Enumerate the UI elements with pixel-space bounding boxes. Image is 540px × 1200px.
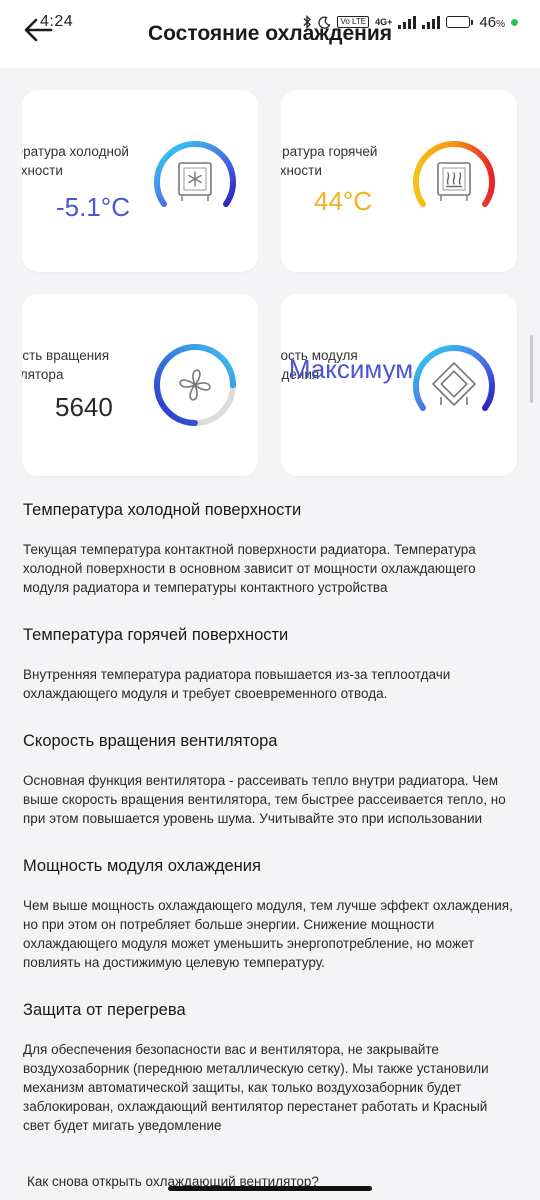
fan-icon (179, 369, 211, 401)
section-title: Температура холодной поверхности (23, 501, 302, 519)
battery-percent: 46% (479, 13, 505, 31)
battery-icon (446, 16, 474, 28)
signal-icon-2 (422, 15, 441, 29)
section-text: Текущая температура контактной поверхнос… (23, 542, 476, 595)
volte-badge: Vo LTE (337, 16, 370, 28)
card-label: Температура горячей поверхности (281, 144, 378, 178)
bluetooth-icon (304, 15, 312, 29)
section-cooling-power: Мощность модуля охлаждения Чем выше мощн… (23, 854, 517, 972)
scrollbar[interactable] (530, 335, 533, 403)
hot-surface-value: 44°C (314, 186, 373, 216)
section-title: Мощность модуля охлаждения (23, 857, 261, 875)
fan-speed-value: 5640 (55, 392, 113, 422)
info-sections: Температура холодной поверхности Текущая… (23, 498, 517, 1161)
section-title: Защита от перегрева (23, 1001, 186, 1019)
card-cooling-power[interactable]: Мощность модуля охлаждения Максимум (281, 294, 517, 476)
section-text: Чем выше мощность охлаждающего модуля, т… (23, 898, 513, 970)
section-fan-speed: Скорость вращения вентилятора Основная ф… (23, 729, 517, 828)
back-arrow-icon (24, 18, 53, 42)
card-hot-surface[interactable]: Температура горячей поверхности 44°C (281, 90, 517, 272)
cooling-module-icon (432, 362, 476, 406)
section-overheat-protection: Защита от перегрева Для обеспечения безо… (23, 998, 517, 1135)
card-label: Температура холодной поверхности (22, 144, 129, 178)
home-indicator[interactable] (168, 1186, 372, 1191)
status-bar: 4:24 Vo LTE 4G+ 46% (0, 0, 540, 44)
section-title: Температура горячей поверхности (23, 626, 289, 644)
cold-surface-gauge (154, 141, 236, 207)
section-title: Скорость вращения вентилятора (23, 732, 278, 750)
section-text: Внутренняя температура радиатора повышае… (23, 667, 451, 701)
card-cold-surface[interactable]: Температура холодной поверхности -5.1°C (22, 90, 258, 272)
signal-icon-1 (398, 15, 417, 29)
heat-icon (437, 162, 471, 201)
fan-speed-gauge (154, 344, 236, 426)
card-label: Скорость вращения вентилятора (22, 348, 110, 382)
section-cold-surface: Температура холодной поверхности Текущая… (23, 498, 517, 597)
cold-surface-value: -5.1°C (56, 192, 130, 222)
section-text: Для обеспечения безопасности вас и венти… (23, 1042, 489, 1133)
card-fan-speed[interactable]: Скорость вращения вентилятора 5640 (22, 294, 258, 476)
status-icons: Vo LTE 4G+ 46% (302, 14, 518, 31)
network-type: 4G+ (375, 17, 393, 27)
snowflake-icon (178, 162, 212, 201)
hot-surface-gauge (413, 141, 495, 207)
moon-icon (318, 15, 331, 29)
cooling-power-value: Максимум (288, 354, 414, 384)
cooling-power-gauge (413, 345, 495, 411)
back-button[interactable] (20, 12, 56, 48)
section-text: Основная функция вентилятора - рассеиват… (23, 773, 506, 826)
section-hot-surface: Температура горячей поверхности Внутренн… (23, 623, 517, 703)
privacy-indicator (511, 18, 518, 26)
